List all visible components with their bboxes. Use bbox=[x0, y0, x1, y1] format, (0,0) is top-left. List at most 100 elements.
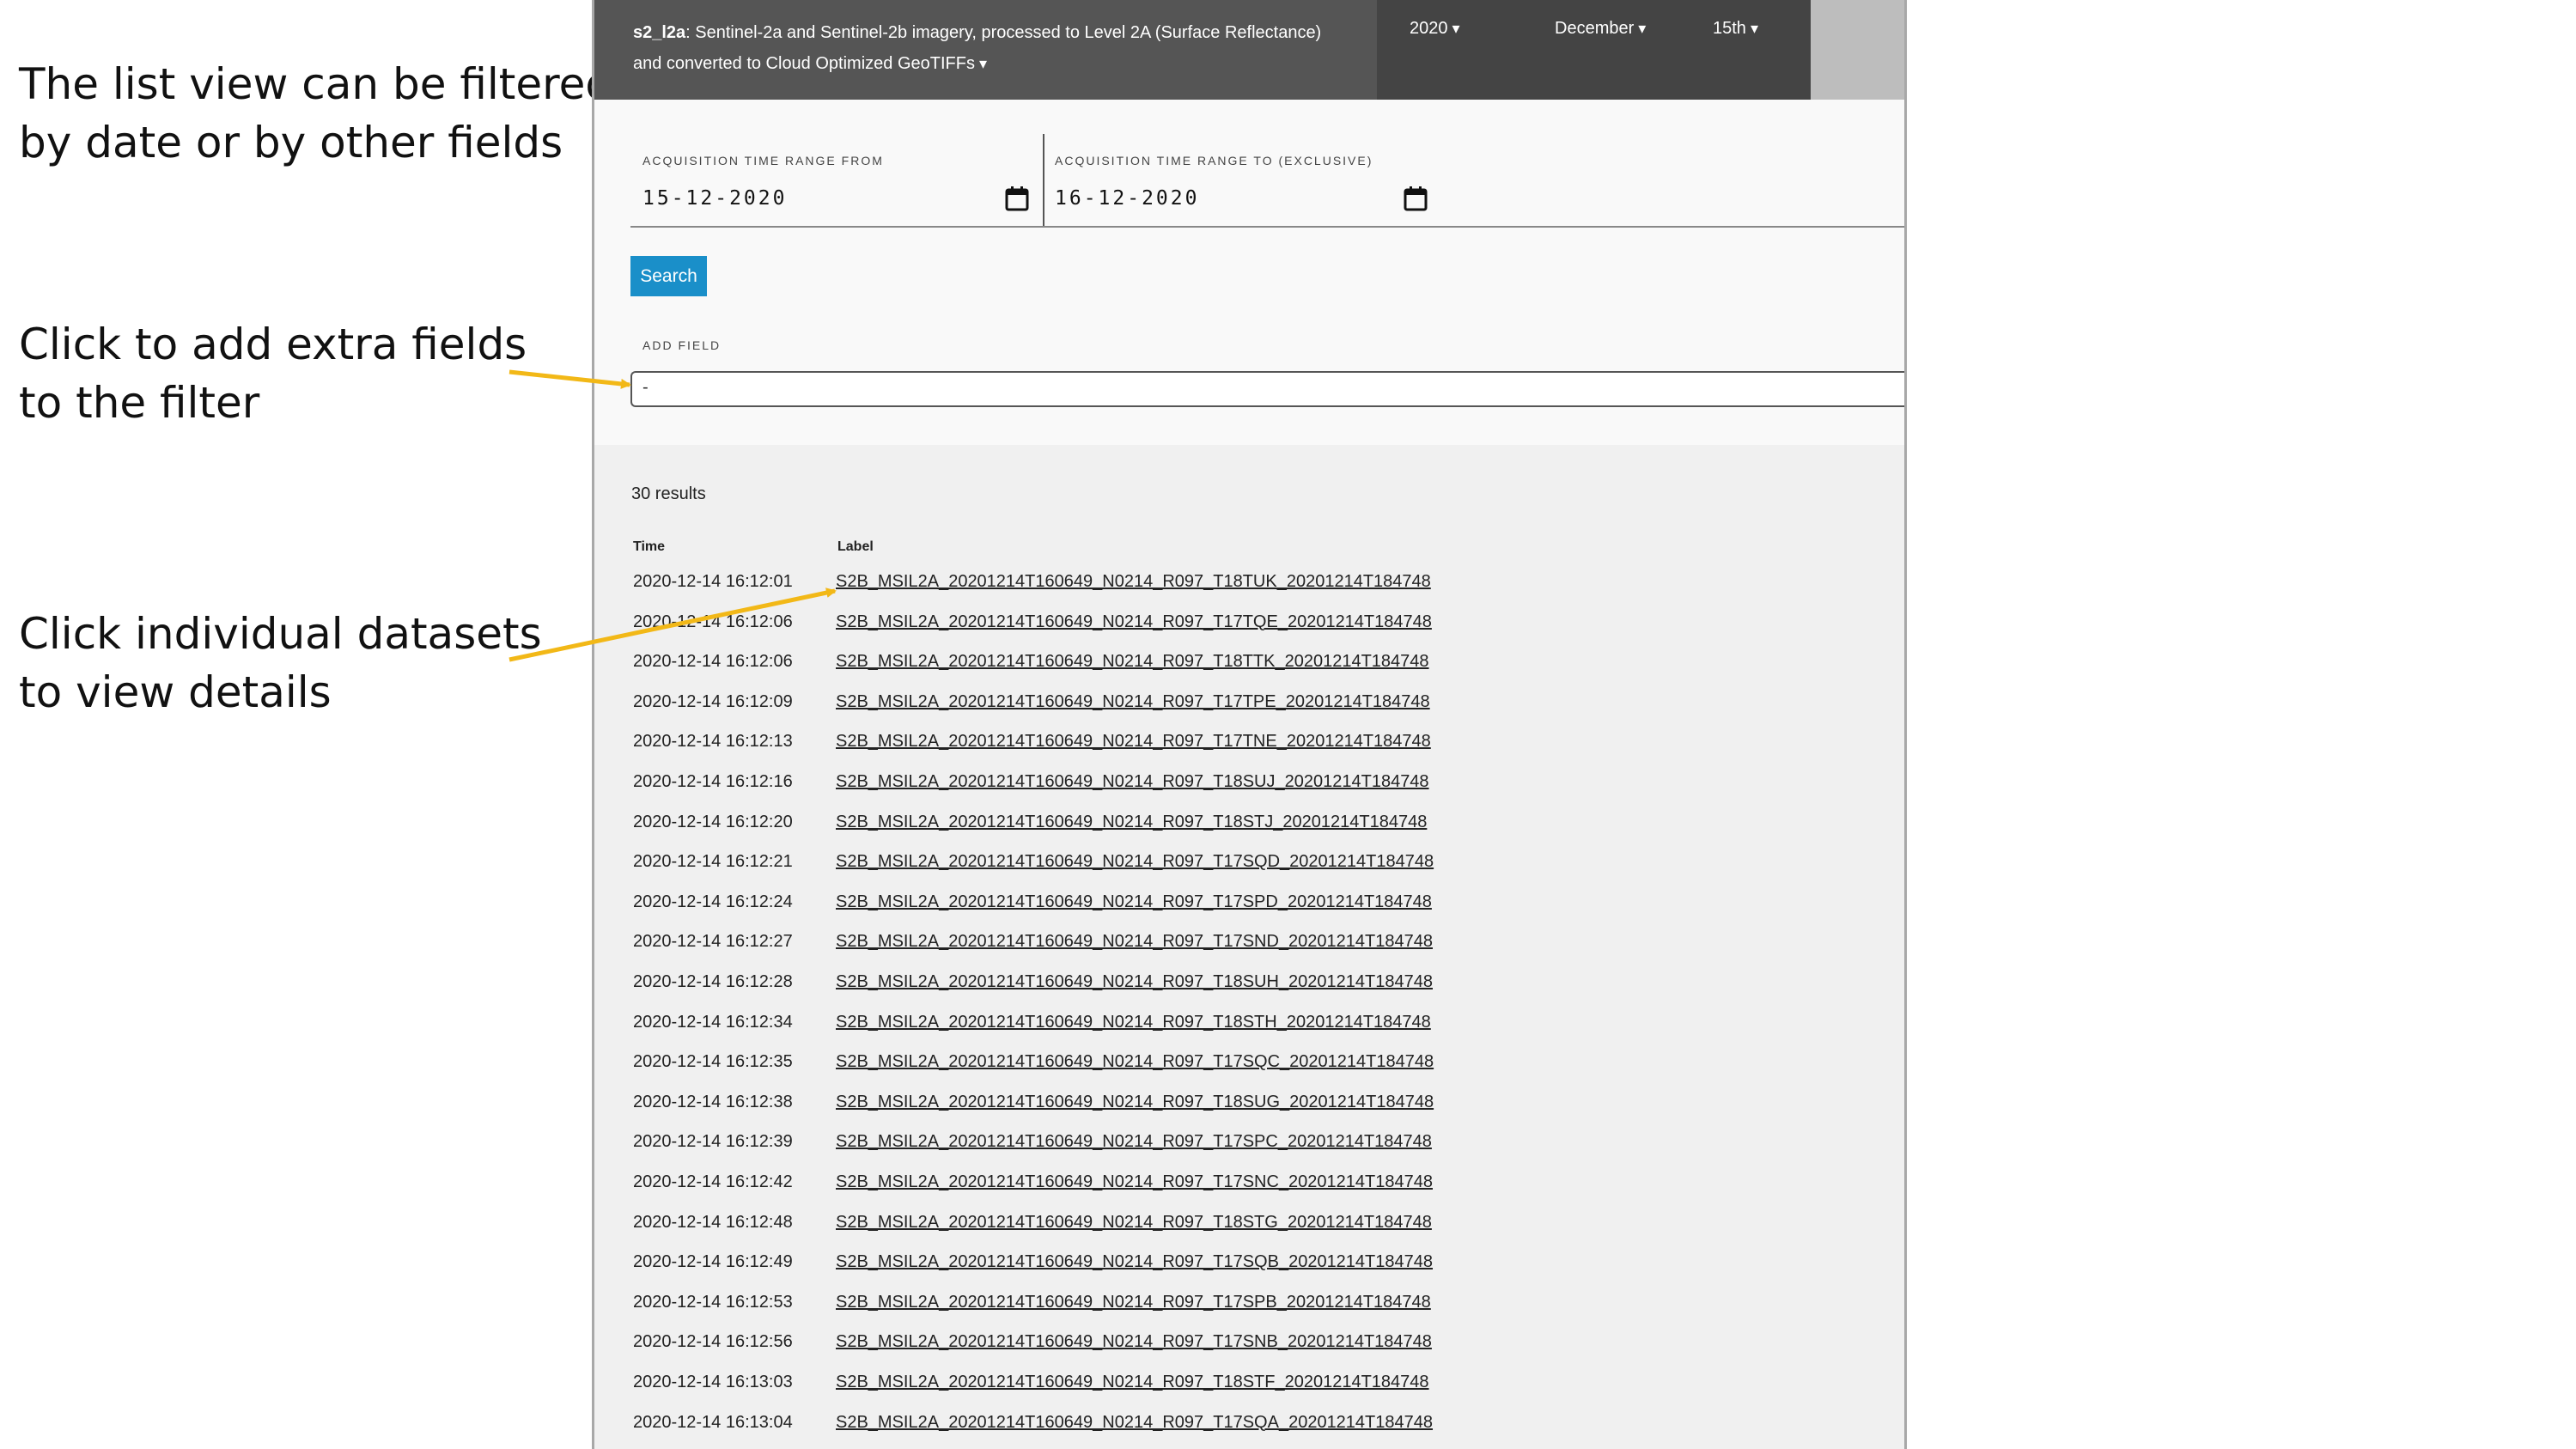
table-row: 2020-12-14 16:13:04 S2B_MSIL2A_20201214T1… bbox=[594, 1413, 1625, 1439]
dataset-link[interactable]: S2B_MSIL2A_20201214T160649_N0214_R097_T1… bbox=[836, 1293, 1431, 1312]
time-to-label: ACQUISITION TIME RANGE TO (EXCLUSIVE) bbox=[1055, 154, 1373, 167]
table-row: 2020-12-14 16:12:06 S2B_MSIL2A_20201214T1… bbox=[594, 652, 1625, 678]
dataset-link[interactable]: S2B_MSIL2A_20201214T160649_N0214_R097_T1… bbox=[836, 572, 1431, 592]
dataset-link[interactable]: S2B_MSIL2A_20201214T160649_N0214_R097_T1… bbox=[836, 1373, 1429, 1392]
time-to-field: ACQUISITION TIME RANGE TO (EXCLUSIVE) bbox=[1043, 134, 1448, 227]
row-time: 2020-12-14 16:12:06 bbox=[633, 652, 793, 672]
row-time: 2020-12-14 16:12:13 bbox=[633, 732, 793, 752]
dataset-link[interactable]: S2B_MSIL2A_20201214T160649_N0214_R097_T1… bbox=[836, 692, 1430, 712]
month-dropdown[interactable]: December bbox=[1555, 19, 1646, 39]
dataset-link[interactable]: S2B_MSIL2A_20201214T160649_N0214_R097_T1… bbox=[836, 1093, 1434, 1112]
row-time: 2020-12-14 16:12:38 bbox=[633, 1092, 793, 1111]
row-time: 2020-12-14 16:12:39 bbox=[633, 1132, 793, 1152]
dataset-link[interactable]: S2B_MSIL2A_20201214T160649_N0214_R097_T1… bbox=[836, 612, 1432, 632]
table-row: 2020-12-14 16:12:13 S2B_MSIL2A_20201214T1… bbox=[594, 732, 1625, 758]
annotation-line: by date or by other fields bbox=[19, 118, 563, 167]
year-dropdown[interactable]: 2020 bbox=[1410, 19, 1460, 39]
table-row: 2020-12-14 16:12:53 S2B_MSIL2A_20201214T1… bbox=[594, 1293, 1625, 1318]
row-time: 2020-12-14 16:12:48 bbox=[633, 1212, 793, 1232]
table-row: 2020-12-14 16:12:49 S2B_MSIL2A_20201214T1… bbox=[594, 1252, 1625, 1278]
dataset-link[interactable]: S2B_MSIL2A_20201214T160649_N0214_R097_T1… bbox=[836, 852, 1434, 872]
annotation-filter-note: The list view can be filtered by date or … bbox=[19, 55, 612, 172]
filter-panel: ACQUISITION TIME RANGE FROM ACQUISITION … bbox=[594, 100, 1904, 445]
product-description: : Sentinel-2a and Sentinel-2b imagery, p… bbox=[685, 23, 1322, 42]
row-time: 2020-12-14 16:12:49 bbox=[633, 1252, 793, 1272]
results-count: 30 results bbox=[631, 484, 706, 503]
table-row: 2020-12-14 16:12:39 S2B_MSIL2A_20201214T1… bbox=[594, 1132, 1625, 1158]
annotation-line: Click individual datasets bbox=[19, 609, 542, 659]
column-header-time: Time bbox=[633, 539, 666, 554]
dataset-link[interactable]: S2B_MSIL2A_20201214T160649_N0214_R097_T1… bbox=[836, 892, 1432, 912]
dataset-link[interactable]: S2B_MSIL2A_20201214T160649_N0214_R097_T1… bbox=[836, 1013, 1431, 1032]
table-row: 2020-12-14 16:12:42 S2B_MSIL2A_20201214T1… bbox=[594, 1172, 1625, 1198]
table-row: 2020-12-14 16:13:03 S2B_MSIL2A_20201214T1… bbox=[594, 1373, 1625, 1398]
annotation-line: Click to add extra fields bbox=[19, 320, 527, 369]
add-field-label: ADD FIELD bbox=[642, 338, 722, 352]
table-row: 2020-12-14 16:12:56 S2B_MSIL2A_20201214T1… bbox=[594, 1332, 1625, 1358]
day-dropdown[interactable]: 15th bbox=[1713, 19, 1758, 39]
row-time: 2020-12-14 16:12:21 bbox=[633, 852, 793, 872]
calendar-icon[interactable] bbox=[1404, 186, 1428, 211]
dataset-link[interactable]: S2B_MSIL2A_20201214T160649_N0214_R097_T1… bbox=[836, 972, 1433, 992]
table-row: 2020-12-14 16:12:24 S2B_MSIL2A_20201214T1… bbox=[594, 892, 1625, 918]
time-to-input[interactable] bbox=[1055, 181, 1416, 216]
dataset-link[interactable]: S2B_MSIL2A_20201214T160649_N0214_R097_T1… bbox=[836, 732, 1431, 752]
row-time: 2020-12-14 16:12:09 bbox=[633, 691, 793, 711]
explorer-app: s2_l2a: Sentinel-2a and Sentinel-2b imag… bbox=[592, 0, 1907, 1449]
table-row: 2020-12-14 16:12:16 S2B_MSIL2A_20201214T1… bbox=[594, 772, 1625, 798]
dataset-link[interactable]: S2B_MSIL2A_20201214T160649_N0214_R097_T1… bbox=[836, 1052, 1434, 1072]
fields-underline bbox=[630, 226, 1904, 228]
table-row: 2020-12-14 16:12:34 S2B_MSIL2A_20201214T1… bbox=[594, 1013, 1625, 1038]
product-description-line2: and converted to Cloud Optimized GeoTIFF… bbox=[633, 54, 987, 73]
row-time: 2020-12-14 16:12:28 bbox=[633, 972, 793, 991]
table-row: 2020-12-14 16:12:20 S2B_MSIL2A_20201214T1… bbox=[594, 813, 1625, 838]
dataset-link[interactable]: S2B_MSIL2A_20201214T160649_N0214_R097_T1… bbox=[836, 1332, 1432, 1352]
annotation-datasets-note: Click individual datasets to view details bbox=[19, 605, 542, 721]
table-row: 2020-12-14 16:12:21 S2B_MSIL2A_20201214T1… bbox=[594, 852, 1625, 878]
dataset-link[interactable]: S2B_MSIL2A_20201214T160649_N0214_R097_T1… bbox=[836, 1132, 1432, 1152]
dataset-link[interactable]: S2B_MSIL2A_20201214T160649_N0214_R097_T1… bbox=[836, 772, 1429, 792]
row-time: 2020-12-14 16:12:27 bbox=[633, 932, 793, 952]
product-name: s2_l2a bbox=[633, 23, 686, 42]
search-button[interactable]: Search bbox=[630, 256, 707, 296]
row-time: 2020-12-14 16:12:16 bbox=[633, 772, 793, 791]
annotation-line: The list view can be filtered bbox=[19, 59, 613, 109]
row-time: 2020-12-14 16:12:06 bbox=[633, 612, 793, 631]
date-selector: 2020 December 15th bbox=[1377, 0, 1811, 100]
table-row: 2020-12-14 16:12:06 S2B_MSIL2A_20201214T1… bbox=[594, 612, 1625, 638]
row-time: 2020-12-14 16:12:56 bbox=[633, 1332, 793, 1352]
dataset-link[interactable]: S2B_MSIL2A_20201214T160649_N0214_R097_T1… bbox=[836, 813, 1427, 832]
row-time: 2020-12-14 16:12:01 bbox=[633, 572, 793, 591]
dataset-link[interactable]: S2B_MSIL2A_20201214T160649_N0214_R097_T1… bbox=[836, 652, 1429, 672]
row-time: 2020-12-14 16:12:20 bbox=[633, 812, 793, 831]
time-from-input[interactable] bbox=[642, 181, 1003, 216]
table-row: 2020-12-14 16:12:35 S2B_MSIL2A_20201214T1… bbox=[594, 1052, 1625, 1078]
row-time: 2020-12-14 16:12:42 bbox=[633, 1172, 793, 1191]
top-bar: s2_l2a: Sentinel-2a and Sentinel-2b imag… bbox=[594, 0, 1904, 100]
time-from-label: ACQUISITION TIME RANGE FROM bbox=[642, 154, 884, 167]
table-row: 2020-12-14 16:12:27 S2B_MSIL2A_20201214T1… bbox=[594, 932, 1625, 958]
row-time: 2020-12-14 16:12:53 bbox=[633, 1292, 793, 1312]
table-row: 2020-12-14 16:12:48 S2B_MSIL2A_20201214T1… bbox=[594, 1213, 1625, 1239]
row-time: 2020-12-14 16:13:03 bbox=[633, 1373, 793, 1391]
annotation-line: to view details bbox=[19, 667, 332, 717]
row-time: 2020-12-14 16:12:34 bbox=[633, 1012, 793, 1032]
time-from-field: ACQUISITION TIME RANGE FROM bbox=[630, 134, 1041, 227]
annotation-line: to the filter bbox=[19, 378, 260, 428]
calendar-icon[interactable] bbox=[1005, 186, 1029, 211]
row-time: 2020-12-14 16:13:04 bbox=[633, 1412, 793, 1432]
product-selector[interactable]: s2_l2a: Sentinel-2a and Sentinel-2b imag… bbox=[594, 0, 1377, 100]
row-time: 2020-12-14 16:12:24 bbox=[633, 892, 793, 911]
dataset-link[interactable]: S2B_MSIL2A_20201214T160649_N0214_R097_T1… bbox=[836, 1172, 1433, 1192]
dataset-link[interactable]: S2B_MSIL2A_20201214T160649_N0214_R097_T1… bbox=[836, 932, 1433, 952]
row-time: 2020-12-14 16:12:35 bbox=[633, 1052, 793, 1072]
column-header-label: Label bbox=[837, 539, 874, 554]
dataset-link[interactable]: S2B_MSIL2A_20201214T160649_N0214_R097_T1… bbox=[836, 1252, 1433, 1272]
table-row: 2020-12-14 16:12:28 S2B_MSIL2A_20201214T1… bbox=[594, 972, 1625, 998]
table-row: 2020-12-14 16:12:09 S2B_MSIL2A_20201214T1… bbox=[594, 692, 1625, 718]
dataset-link[interactable]: S2B_MSIL2A_20201214T160649_N0214_R097_T1… bbox=[836, 1213, 1432, 1233]
add-field-select[interactable]: - bbox=[630, 371, 1904, 407]
dataset-link[interactable]: S2B_MSIL2A_20201214T160649_N0214_R097_T1… bbox=[836, 1413, 1433, 1433]
annotation-add-field-note: Click to add extra fields to the filter bbox=[19, 315, 527, 432]
table-row: 2020-12-14 16:12:38 S2B_MSIL2A_20201214T1… bbox=[594, 1093, 1625, 1118]
